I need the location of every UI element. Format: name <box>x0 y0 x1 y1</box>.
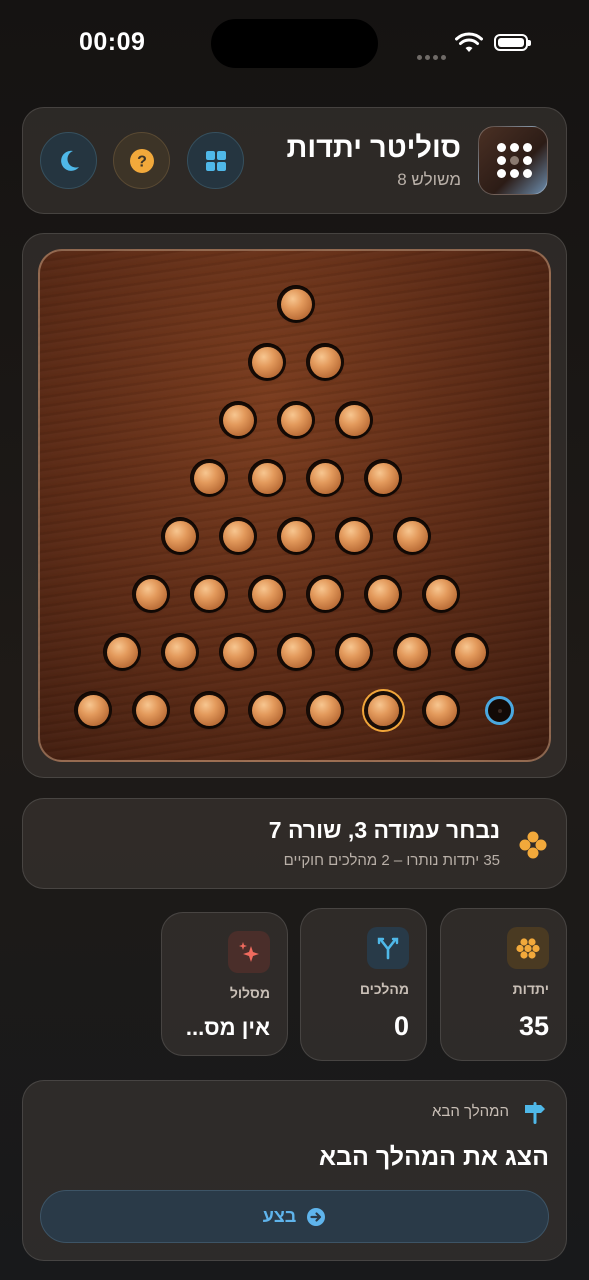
stat-pegs-value: 35 <box>518 1011 549 1041</box>
moon-icon <box>60 150 79 171</box>
branch-icon <box>367 927 409 969</box>
signpost-icon <box>522 1100 548 1131</box>
cellular-signal-icon <box>417 47 449 60</box>
status-time: 00:09 <box>79 28 146 56</box>
peg[interactable] <box>222 520 254 552</box>
peg[interactable] <box>309 578 341 610</box>
dynamic-island <box>211 19 378 68</box>
peg[interactable] <box>135 694 167 726</box>
battery-icon <box>494 34 531 51</box>
peg[interactable] <box>135 578 167 610</box>
svg-text:?: ? <box>137 153 147 170</box>
next-move-title: הצג את המהלך הבא <box>318 1143 549 1171</box>
peg[interactable] <box>193 694 225 726</box>
peg[interactable] <box>425 578 457 610</box>
stat-pegs: יתדות 35 <box>440 908 567 1061</box>
stat-path-value: אין מס... <box>185 1015 270 1040</box>
peg[interactable] <box>280 288 312 320</box>
peg[interactable] <box>280 404 312 436</box>
peg[interactable] <box>396 636 428 668</box>
peg[interactable] <box>309 462 341 494</box>
peg[interactable] <box>222 636 254 668</box>
peg-grid-app-icon <box>478 126 548 195</box>
peg[interactable] <box>193 462 225 494</box>
peg[interactable] <box>338 404 370 436</box>
peg[interactable] <box>396 520 428 552</box>
selected-peg[interactable] <box>367 694 399 726</box>
sparkle-icon <box>228 931 270 973</box>
stat-path: מסלול אין מס... <box>161 912 288 1056</box>
help-button[interactable]: ? <box>113 132 170 189</box>
stat-pegs-label: יתדות <box>512 981 549 997</box>
peg[interactable] <box>193 578 225 610</box>
peg[interactable] <box>164 636 196 668</box>
peg[interactable] <box>338 636 370 668</box>
peg[interactable] <box>251 694 283 726</box>
peg[interactable] <box>251 462 283 494</box>
peg[interactable] <box>425 694 457 726</box>
theme-toggle-button[interactable] <box>40 132 97 189</box>
peg[interactable] <box>251 578 283 610</box>
peg[interactable] <box>164 520 196 552</box>
peg[interactable] <box>367 462 399 494</box>
stat-moves-label: מהלכים <box>359 981 409 997</box>
peg[interactable] <box>280 520 312 552</box>
peg-board[interactable] <box>38 249 551 762</box>
empty-hole-target[interactable] <box>484 695 514 725</box>
pegs-icon <box>507 927 549 969</box>
stat-path-label: מסלול <box>229 985 270 1001</box>
peg[interactable] <box>280 636 312 668</box>
app-title: סוליטר יתדות <box>286 132 461 164</box>
stat-moves: מהלכים 0 <box>300 908 427 1061</box>
peg[interactable] <box>222 404 254 436</box>
pegs-cluster-icon <box>518 830 548 860</box>
wifi-icon <box>455 32 483 59</box>
peg[interactable] <box>309 346 341 378</box>
peg[interactable] <box>338 520 370 552</box>
next-move-header: המהלך הבא <box>431 1103 509 1120</box>
peg[interactable] <box>77 694 109 726</box>
execute-move-label: בצע <box>262 1206 297 1226</box>
question-icon: ? <box>129 148 154 173</box>
peg[interactable] <box>454 636 486 668</box>
peg[interactable] <box>251 346 283 378</box>
execute-move-button[interactable]: בצע <box>40 1190 549 1243</box>
peg[interactable] <box>106 636 138 668</box>
peg[interactable] <box>309 694 341 726</box>
selection-title: נבחר עמודה 3, שורה 7 <box>268 817 500 843</box>
peg[interactable] <box>367 578 399 610</box>
grid-icon <box>205 150 226 171</box>
stat-moves-value: 0 <box>393 1011 409 1041</box>
board-layout-button[interactable] <box>187 132 244 189</box>
arrow-right-circle-icon <box>307 1207 326 1226</box>
board-variant-label: משולש 8 <box>397 170 461 189</box>
selection-subtitle: 35 יתדות נותרו – 2 מהלכים חוקיים <box>283 852 500 869</box>
